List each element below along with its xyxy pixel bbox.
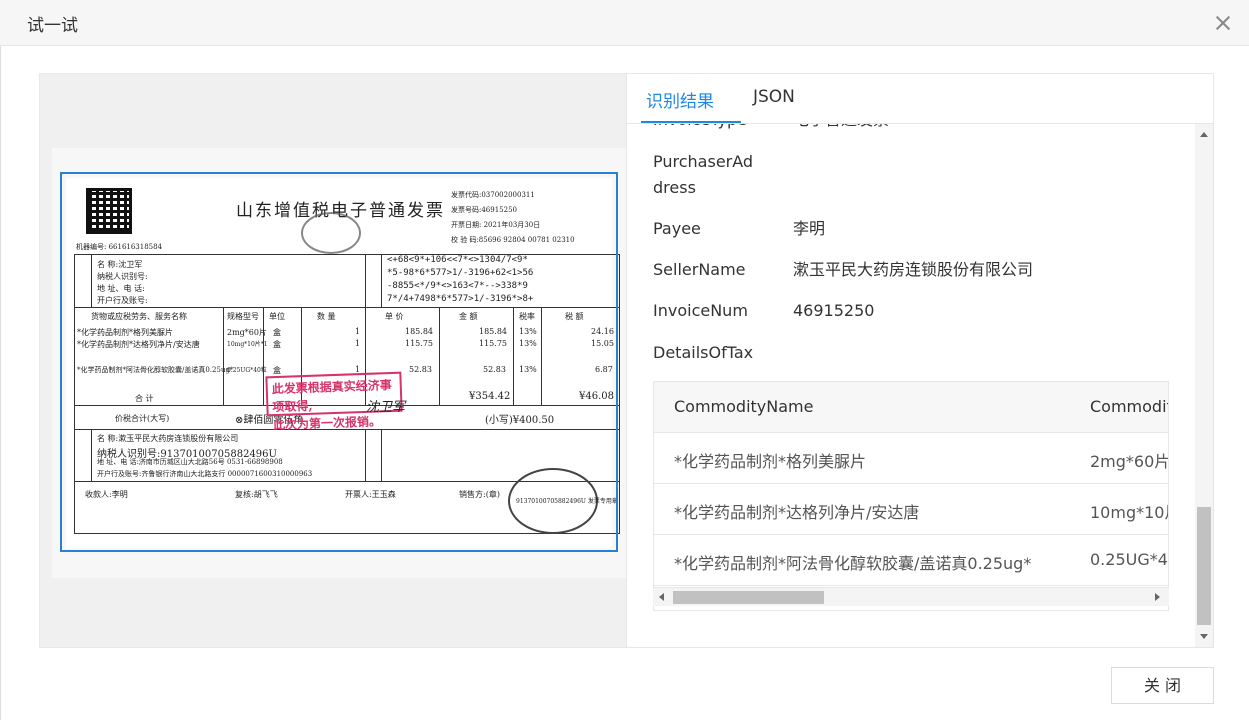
- table-header-cell: Commodit: [1090, 397, 1169, 416]
- table-cell: 10mg*10片: [1090, 503, 1168, 522]
- field-value: 46915250: [793, 301, 875, 320]
- dialog-header: 试一试: [0, 0, 1249, 46]
- vertical-scroll-thumb[interactable]: [1197, 507, 1211, 625]
- table-cell: *化学药品制剂*阿法骨化醇软胶囊/盖诺真0.25ug*: [674, 554, 1032, 573]
- table-row[interactable]: *化学药品制剂*阿法骨化醇软胶囊/盖诺真0.25ug* 0.25UG*40: [654, 535, 1168, 586]
- details-table: CommodityName Commodit *化学药品制剂*格列美脲片 2mg…: [653, 381, 1169, 611]
- table-header-row: CommodityName Commodit: [654, 382, 1169, 433]
- arrow-down-icon[interactable]: [1200, 634, 1208, 639]
- result-content: InvoiceType 电子普通发票 PurchaserAd dress Pay…: [627, 123, 1195, 647]
- table-cell: *化学药品制剂*格列美脲片: [674, 452, 867, 471]
- field-value: 漱玉平民大药房连锁股份有限公司: [793, 260, 1034, 279]
- field-key: PurchaserAd dress: [653, 152, 754, 197]
- table-header-cell: CommodityName: [674, 397, 814, 416]
- dialog-title: 试一试: [27, 16, 78, 36]
- table-cell: 0.25UG*40: [1090, 550, 1168, 569]
- arrow-left-icon[interactable]: [659, 593, 664, 601]
- field-value: 李明: [793, 219, 826, 238]
- vertical-scrollbar[interactable]: [1195, 123, 1213, 647]
- field-key: InvoiceNum: [653, 301, 748, 320]
- field-key: SellerName: [653, 260, 746, 279]
- active-tab-indicator: [641, 121, 741, 123]
- result-panel: 识别结果 JSON InvoiceType 电子普通发票 PurchaserAd…: [626, 73, 1214, 648]
- field-value: 电子普通发票: [793, 123, 889, 133]
- field-key: InvoiceType: [653, 123, 773, 133]
- tab-recognition-result[interactable]: 识别结果: [646, 87, 714, 112]
- result-tabs: 识别结果 JSON: [627, 74, 1213, 124]
- arrow-right-icon[interactable]: [1155, 593, 1160, 601]
- tab-json[interactable]: JSON: [753, 87, 795, 107]
- invoice-image: 山东增值税电子普通发票 发票代码:037002000311 发票号码:46915…: [52, 148, 626, 578]
- table-cell: 2mg*60片: [1090, 452, 1169, 471]
- table-row[interactable]: *化学药品制剂*格列美脲片 2mg*60片: [654, 433, 1169, 484]
- table-row[interactable]: *化学药品制剂*达格列净片/安达唐 10mg*10片: [654, 484, 1168, 535]
- close-button[interactable]: 关 闭: [1111, 667, 1214, 704]
- horizontal-scroll-thumb[interactable]: [673, 591, 824, 604]
- frame-edge: [0, 46, 1, 720]
- detected-region-box: [60, 172, 618, 552]
- horizontal-scrollbar[interactable]: [653, 587, 1169, 606]
- image-preview-panel: 山东增值税电子普通发票 发票代码:037002000311 发票号码:46915…: [39, 73, 627, 648]
- table-cell: *化学药品制剂*达格列净片/安达唐: [674, 503, 920, 522]
- close-icon[interactable]: [1212, 12, 1234, 34]
- field-key: Payee: [653, 219, 701, 238]
- arrow-up-icon[interactable]: [1200, 132, 1208, 137]
- field-key: DetailsOfTax: [653, 343, 754, 362]
